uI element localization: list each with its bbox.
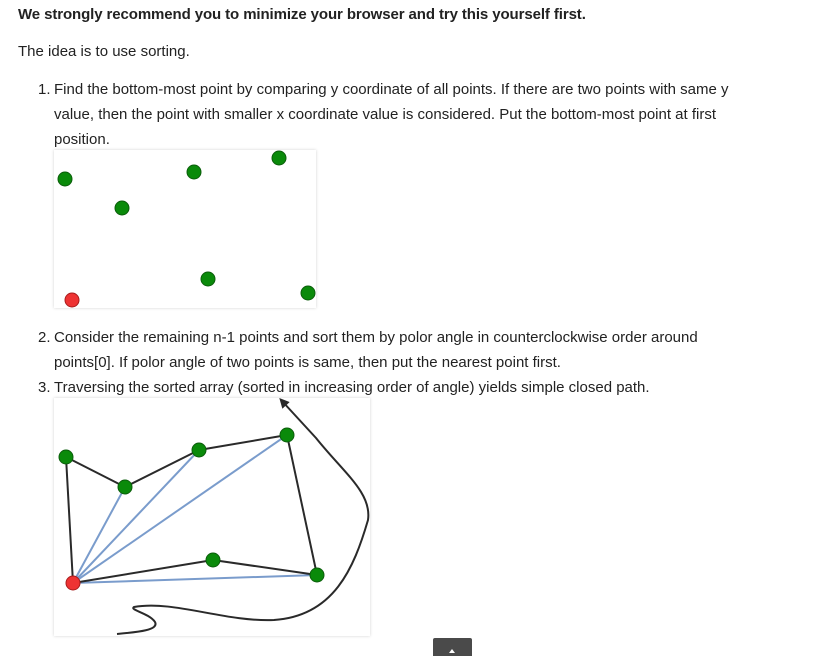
point [279,427,295,443]
step-1-line-1: Find the bottom-most point by comparing … [54,81,729,98]
point [309,567,325,583]
point [191,442,207,458]
intro-text: The idea is to use sorting. [18,43,190,60]
point [114,200,130,216]
traversal-arrow [116,398,370,635]
step-1-text: Find the bottom-most point by comparing … [54,77,784,152]
point [200,271,216,287]
step-2-line-2: points[0]. If polor angle of two points … [54,354,561,371]
step-2-text: Consider the remaining n-1 points and so… [54,325,784,375]
point [205,552,221,568]
point [58,449,74,465]
point [271,150,287,166]
step-1-number: 1. [38,81,51,98]
point [300,285,316,301]
figure-sorted-path [54,398,370,636]
figure-points-canvas [57,150,316,308]
figure-sorted-path-canvas [58,398,370,635]
step-1-line-3: position. [54,131,110,148]
point [117,479,133,495]
intro-bold: We strongly recommend you to minimize yo… [18,6,586,23]
angle-ray [72,434,288,584]
step-1-line-2: value, then the point with smaller x coo… [54,106,717,123]
point [57,171,73,187]
figure-points [54,150,316,308]
step-3-number: 3. [38,379,51,396]
step-3-text: Traversing the sorted array (sorted in i… [54,375,784,400]
scroll-to-top-button[interactable] [433,638,472,656]
bottom-point [65,575,81,591]
point [186,164,202,180]
step-2-number: 2. [38,329,51,346]
bottom-point [64,292,80,308]
step-2-line-1: Consider the remaining n-1 points and so… [54,329,698,346]
step-3-line-1: Traversing the sorted array (sorted in i… [54,379,650,396]
